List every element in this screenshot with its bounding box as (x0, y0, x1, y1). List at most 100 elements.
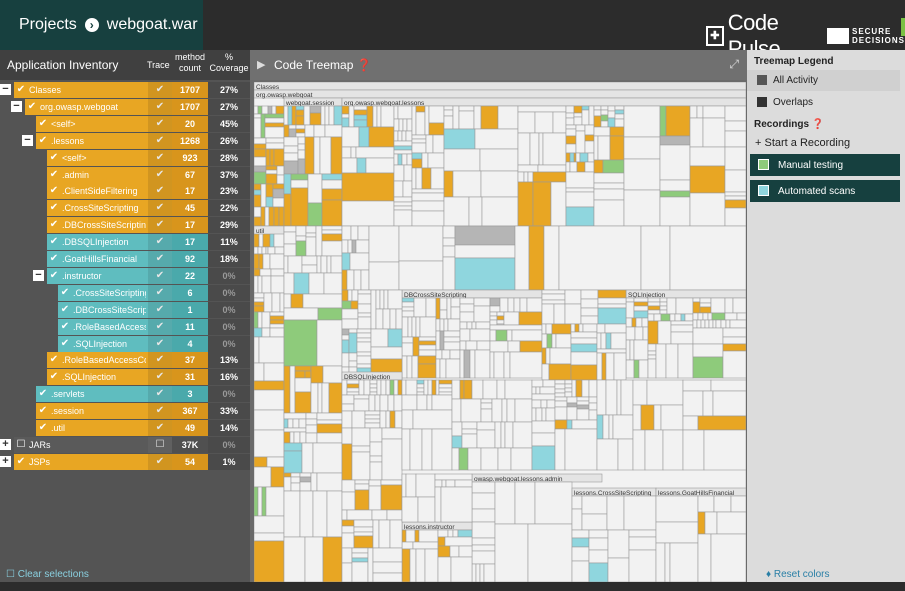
treemap-cell[interactable] (519, 297, 528, 313)
recording-automated-scans[interactable]: Automated scans (750, 180, 900, 202)
treemap-cell[interactable] (541, 347, 547, 365)
treemap-cell[interactable] (254, 327, 263, 338)
treemap-cell[interactable] (514, 225, 530, 291)
treemap-cell[interactable] (659, 305, 668, 311)
treemap-cell[interactable] (682, 415, 699, 431)
treemap-cell[interactable] (269, 319, 285, 325)
treemap-cell[interactable] (254, 336, 260, 364)
treemap-cell[interactable] (712, 390, 746, 417)
treemap-cell[interactable] (549, 347, 572, 365)
treemap-cell[interactable] (438, 379, 453, 385)
treemap-cell[interactable] (699, 297, 712, 304)
treemap-cell[interactable] (353, 105, 368, 111)
treemap-cell[interactable] (459, 328, 471, 342)
treemap-cell[interactable] (725, 319, 731, 329)
treemap-cell[interactable] (393, 201, 413, 207)
treemap-cell[interactable] (275, 105, 285, 115)
treemap-cell[interactable] (573, 112, 583, 118)
projects-link[interactable]: Projects (19, 16, 77, 34)
treemap-cell[interactable] (581, 513, 608, 531)
treemap-cell[interactable] (570, 343, 598, 353)
treemap-cell[interactable] (632, 404, 642, 431)
treemap-cell[interactable] (471, 321, 477, 330)
treemap-cell[interactable] (295, 109, 305, 117)
treemap-cell[interactable] (545, 323, 553, 335)
inventory-row[interactable]: ✔ .SQLInjection ✔ 4 0% (0, 335, 250, 352)
treemap-cell[interactable] (657, 320, 672, 345)
treemap-cell[interactable] (341, 519, 355, 527)
recording-swatch[interactable] (758, 185, 769, 196)
treemap-cell[interactable] (301, 442, 314, 474)
trace-checkbox[interactable]: ✔ (148, 335, 172, 352)
treemap-cell[interactable] (496, 319, 505, 325)
treemap-cell[interactable] (489, 297, 501, 307)
treemap-cell[interactable] (724, 105, 746, 122)
treemap-cell[interactable] (483, 563, 496, 582)
treemap-cell[interactable] (659, 105, 667, 137)
treemap-cell[interactable] (393, 164, 405, 182)
treemap-cell[interactable] (438, 391, 453, 396)
treemap-cell[interactable] (566, 406, 578, 421)
treemap-cell[interactable] (602, 414, 610, 440)
treemap-cell[interactable] (458, 447, 469, 471)
treemap-cell[interactable] (272, 188, 285, 199)
treemap-cell[interactable] (450, 306, 461, 320)
treemap-cell[interactable] (317, 382, 323, 414)
inventory-row[interactable]: ✔ <self> ✔ 923 28% (0, 149, 250, 166)
treemap-cell[interactable] (434, 486, 442, 523)
treemap-cell[interactable] (571, 529, 590, 539)
treemap-cell[interactable] (431, 428, 453, 471)
treemap-cell[interactable] (500, 421, 506, 449)
treemap-cell[interactable] (659, 190, 691, 198)
treemap-cell[interactable] (647, 320, 659, 345)
treemap-cell[interactable] (451, 447, 460, 471)
treemap-cell[interactable] (526, 297, 543, 313)
treemap-cell[interactable] (341, 200, 395, 227)
treemap-cell[interactable] (628, 549, 657, 582)
treemap-cell[interactable] (670, 324, 694, 333)
treemap-cell[interactable] (265, 148, 271, 167)
treemap-cell[interactable] (489, 319, 498, 326)
treemap-cell[interactable] (353, 535, 374, 549)
treemap-cell[interactable] (411, 200, 445, 212)
treemap-cell[interactable] (439, 309, 448, 320)
treemap-cell[interactable] (254, 143, 267, 150)
treemap-cell[interactable] (682, 390, 704, 417)
treemap-cell[interactable] (378, 519, 391, 549)
treemap-cell[interactable] (454, 225, 516, 246)
treemap-cell[interactable] (371, 509, 388, 521)
select-checkbox[interactable]: ✔ (49, 219, 59, 230)
treemap-cell[interactable] (257, 105, 263, 115)
treemap-cell[interactable] (574, 323, 580, 333)
treemap-cell[interactable] (625, 359, 635, 379)
treemap-cell[interactable] (710, 379, 746, 392)
treemap-cell[interactable] (341, 289, 349, 302)
treemap-cell[interactable] (254, 297, 265, 303)
treemap-cell[interactable] (271, 292, 281, 313)
treemap-cell[interactable] (541, 333, 548, 349)
treemap-cell[interactable] (265, 137, 285, 144)
treemap-cell[interactable] (724, 169, 746, 193)
treemap-cell[interactable] (401, 153, 408, 166)
treemap-cell[interactable] (489, 305, 501, 313)
treemap-cell[interactable] (257, 246, 263, 255)
treemap-cell[interactable] (564, 383, 573, 389)
treemap-cell[interactable] (459, 379, 465, 400)
treemap-cell[interactable] (397, 105, 413, 120)
treemap-cell[interactable] (333, 105, 343, 126)
treemap-cell[interactable] (461, 421, 478, 430)
treemap-cell[interactable] (684, 313, 694, 322)
treemap-cell[interactable] (283, 255, 289, 274)
treemap-cell[interactable] (351, 547, 369, 554)
treemap-cell[interactable] (566, 396, 578, 404)
treemap-cell[interactable] (254, 429, 285, 458)
treemap-cell[interactable] (584, 124, 595, 136)
treemap-cell[interactable] (573, 105, 583, 114)
treemap-cell[interactable] (579, 152, 589, 163)
treemap-cell[interactable] (545, 347, 551, 365)
treemap-cell[interactable] (411, 210, 445, 227)
treemap-cell[interactable] (283, 307, 319, 321)
treemap-cell[interactable] (312, 442, 343, 474)
treemap-cell[interactable] (724, 312, 738, 321)
treemap-cell[interactable] (290, 476, 301, 484)
